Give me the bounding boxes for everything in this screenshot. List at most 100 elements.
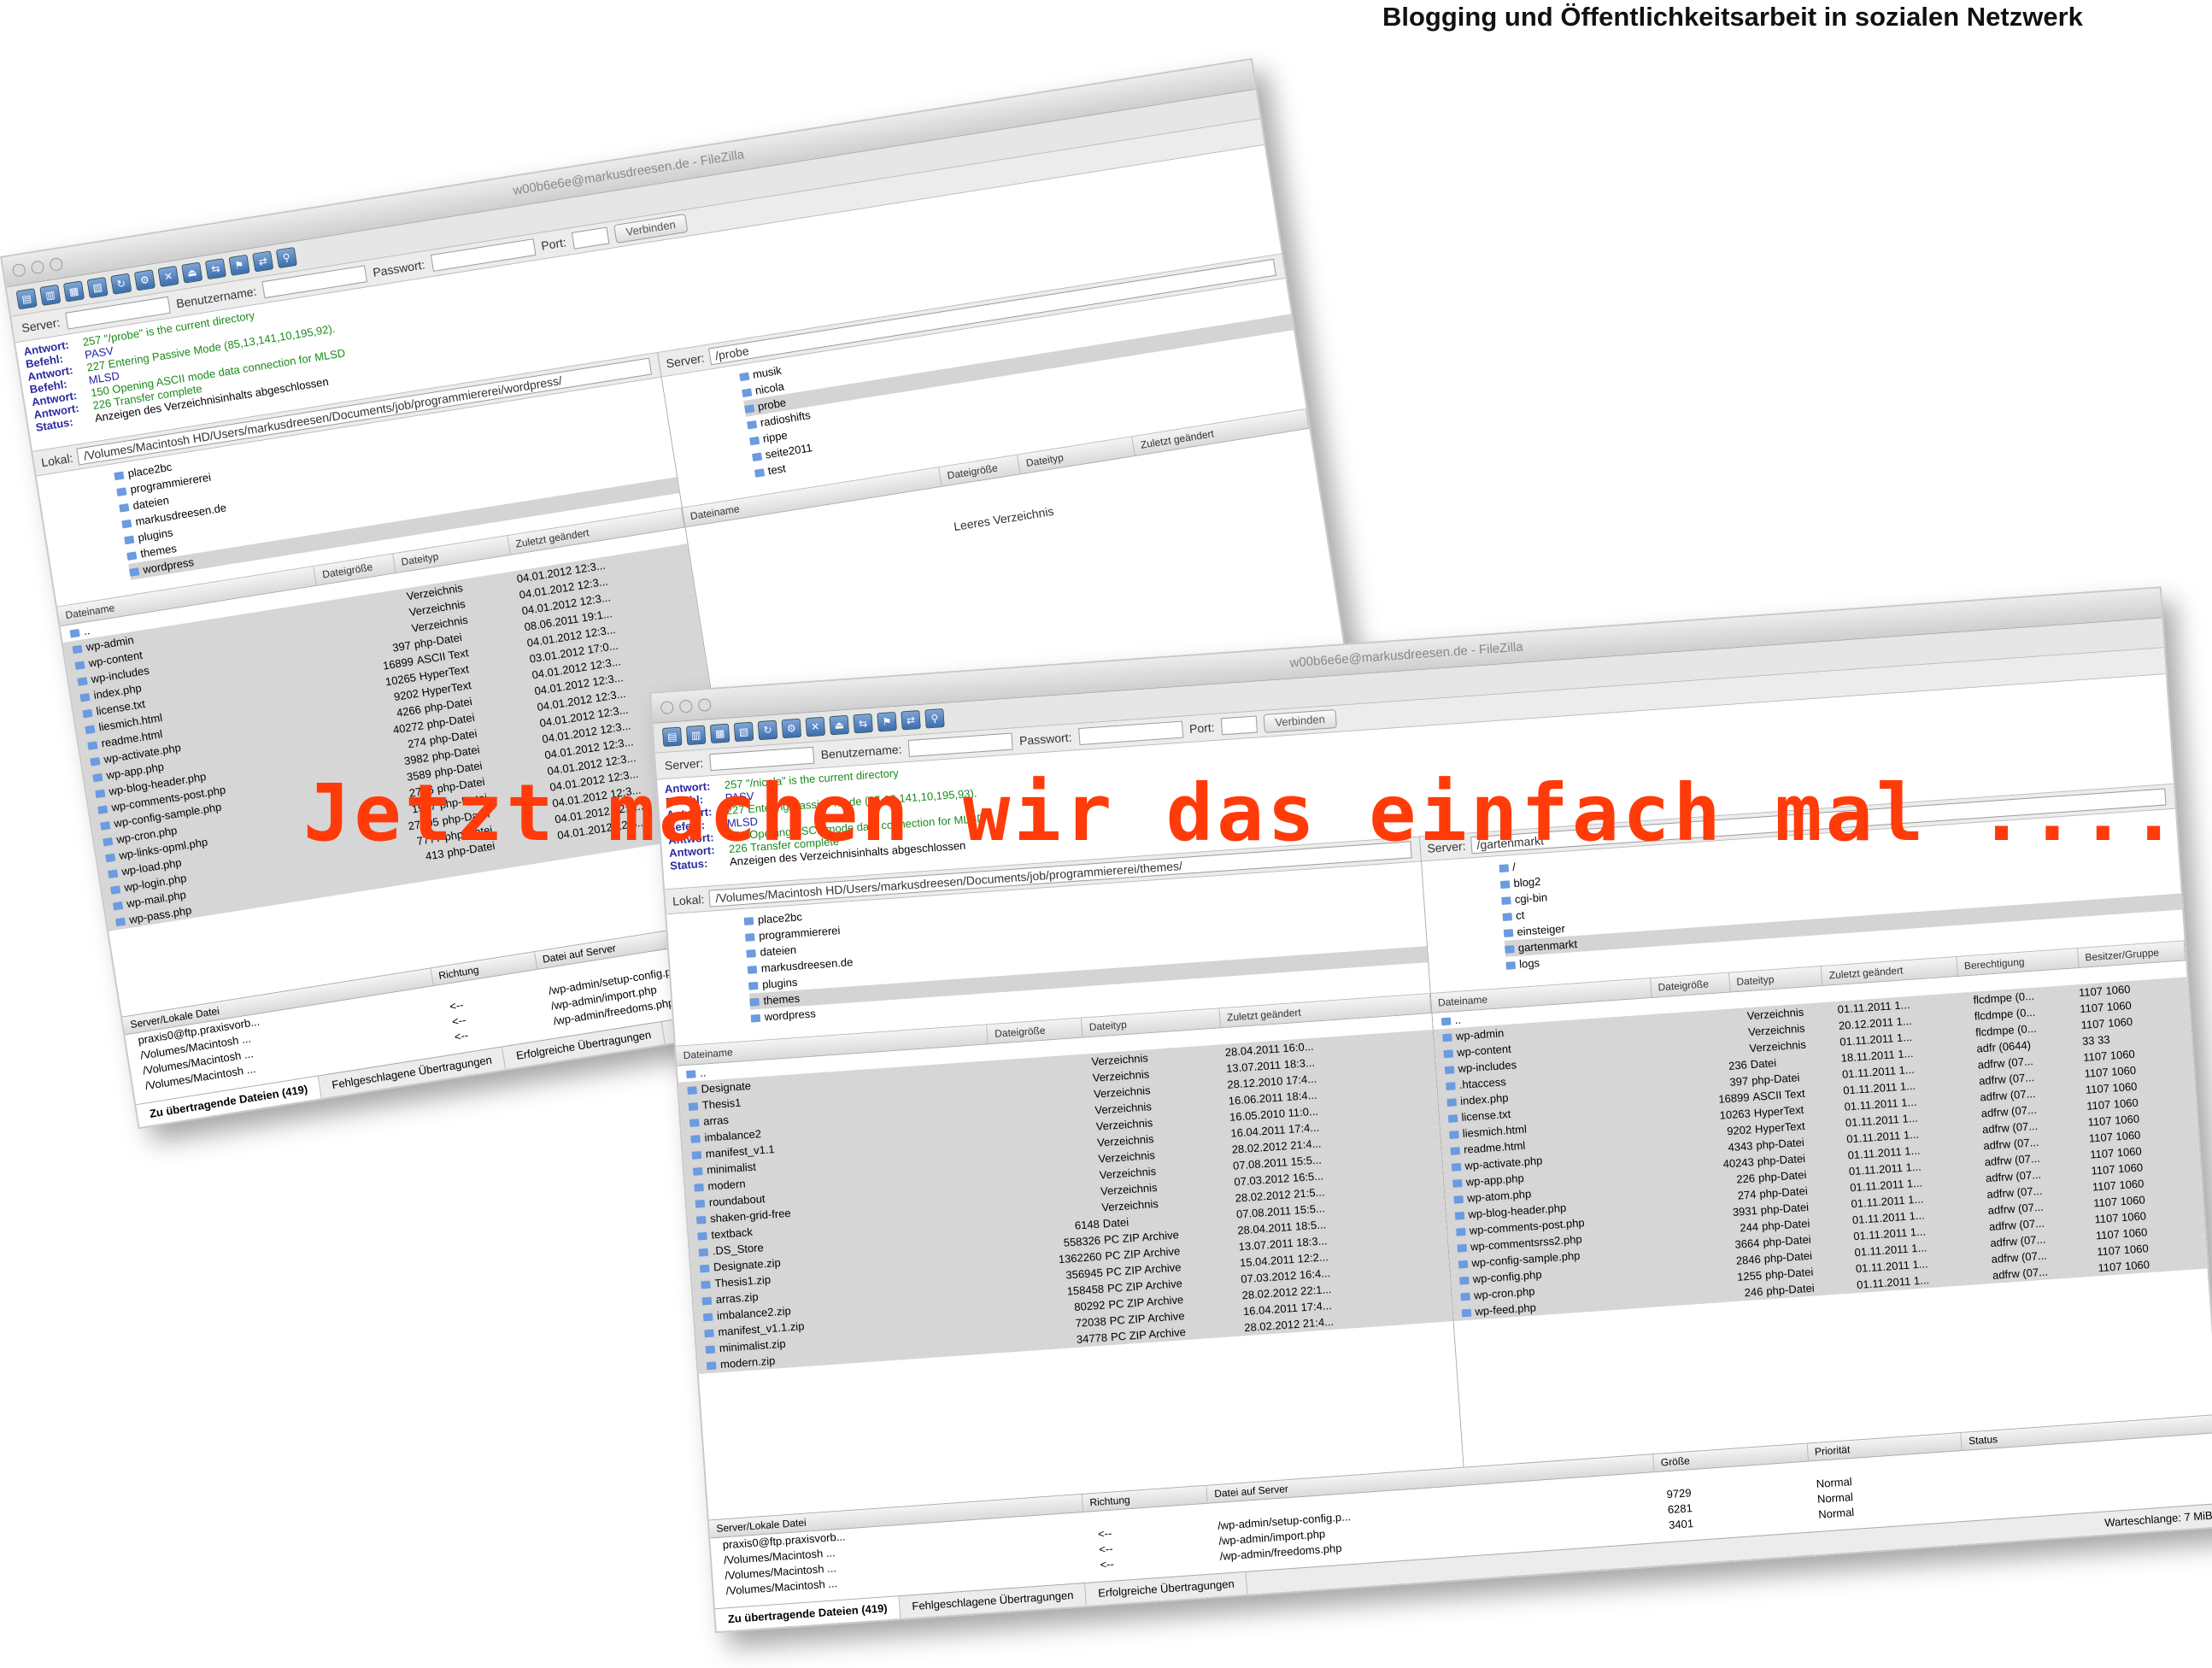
file-icon (114, 917, 126, 927)
folder-icon (754, 468, 765, 478)
sync-browse-icon[interactable]: ⇄ (252, 250, 274, 273)
search-icon[interactable]: ⚲ (924, 708, 945, 729)
folder-icon (694, 1183, 704, 1192)
folder-icon (1503, 929, 1513, 938)
file-icon (1452, 1195, 1464, 1204)
filter-icon[interactable]: ⚑ (877, 711, 897, 732)
filezilla-screenshot-front: w00b6e6e@markusdreesen.de - FileZilla ▤ … (649, 586, 2212, 1634)
folder-icon (750, 1013, 761, 1023)
filter-icon[interactable]: ⚑ (228, 254, 250, 276)
log-toggle-icon[interactable]: ▥ (39, 284, 62, 306)
port-input[interactable] (1220, 715, 1259, 736)
folder-icon (743, 404, 754, 414)
file-icon (698, 1248, 709, 1257)
connect-button[interactable]: Verbinden (1263, 709, 1337, 733)
queue-toggle-icon[interactable]: ▧ (86, 277, 109, 299)
reconnect-icon[interactable]: ⇆ (853, 713, 873, 734)
file-icon (1455, 1228, 1466, 1236)
file-icon (1451, 1163, 1461, 1172)
file-icon (110, 885, 121, 895)
file-icon (1461, 1308, 1471, 1318)
file-icon (100, 821, 111, 831)
file-name-text: .. (699, 1066, 707, 1079)
folder-icon (746, 420, 757, 430)
folder-icon (686, 1070, 696, 1079)
folder-icon (745, 933, 755, 942)
cancel-icon[interactable]: ✕ (805, 716, 826, 737)
tree-node-label: ct (1515, 908, 1525, 922)
file-name-text: index.php (1459, 1091, 1509, 1107)
tree-node-label: dateien (760, 943, 797, 959)
tree-node-label: / (1511, 860, 1517, 874)
folder-icon (748, 436, 760, 446)
folder-icon (688, 1102, 699, 1112)
folder-icon (77, 677, 88, 686)
file-name-text: textback (710, 1225, 754, 1242)
overlay-caption: Jetzt machen wir das einfach mal .... (303, 767, 2181, 859)
folder-icon (738, 372, 749, 382)
folder-icon (690, 1135, 701, 1143)
folder-icon (687, 1086, 697, 1095)
folder-icon (1505, 961, 1516, 970)
folder-icon (746, 949, 756, 958)
file-icon (105, 853, 116, 863)
file-name-text: Designate (701, 1078, 752, 1095)
queue-toggle-icon[interactable]: ▧ (733, 721, 754, 743)
slide-title: Blogging und Öffentlichkeitsarbeit in so… (1382, 2, 2083, 32)
file-icon (97, 805, 109, 815)
file-name-text: modern (707, 1177, 746, 1193)
log-toggle-icon[interactable]: ▥ (685, 725, 707, 746)
file-name-text: modern.zip (719, 1354, 776, 1371)
file-name-text: wp-feed.php (1474, 1301, 1537, 1319)
queue-size-status: Warteschlange: 7 MiB (2103, 1508, 2212, 1530)
refresh-icon[interactable]: ↻ (757, 719, 778, 741)
file-icon (701, 1280, 711, 1289)
folder-icon (114, 471, 125, 481)
process-queue-icon[interactable]: ⚙ (781, 718, 802, 739)
folder-icon (697, 1231, 707, 1241)
reconnect-icon[interactable]: ⇆ (204, 258, 226, 280)
disconnect-icon[interactable]: ⏏ (829, 714, 849, 736)
folder-icon (1440, 1017, 1451, 1026)
local-label: Lokal: (672, 892, 705, 908)
tree-toggle-icon[interactable]: ▦ (709, 723, 730, 744)
file-icon (706, 1361, 717, 1371)
file-icon (79, 693, 91, 702)
password-input[interactable] (1077, 720, 1183, 746)
sync-browse-icon[interactable]: ⇄ (901, 709, 921, 731)
folder-icon (1441, 1033, 1452, 1042)
file-icon (108, 869, 119, 879)
file-icon (1445, 1082, 1456, 1091)
folder-icon (1499, 864, 1509, 873)
folder-icon (692, 1167, 703, 1176)
file-name-text: wp-admin (1455, 1026, 1505, 1043)
site-manager-icon[interactable]: ▤ (15, 288, 38, 310)
tree-node-label: place2bc (757, 910, 803, 926)
refresh-icon[interactable]: ↻ (110, 273, 132, 295)
tree-node-label: gartenmarkt (1517, 937, 1578, 954)
file-icon (1452, 1179, 1463, 1188)
folder-icon (129, 567, 140, 577)
window-controls[interactable] (11, 256, 64, 278)
tree-node-label: einsteiger (1517, 921, 1566, 938)
cancel-icon[interactable]: ✕ (157, 265, 179, 288)
folder-icon (749, 997, 760, 1007)
search-icon[interactable]: ⚲ (275, 246, 297, 269)
site-manager-icon[interactable]: ▤ (661, 726, 683, 748)
port-label: Port: (540, 235, 567, 253)
port-input[interactable] (571, 226, 610, 250)
tree-toggle-icon[interactable]: ▦ (62, 280, 85, 302)
file-icon (113, 902, 124, 911)
folder-icon (74, 661, 85, 671)
window-controls[interactable] (660, 698, 712, 715)
folder-icon (1504, 945, 1515, 954)
process-queue-icon[interactable]: ⚙ (133, 269, 156, 291)
file-name-text: license.txt (1460, 1107, 1511, 1124)
file-icon (702, 1313, 713, 1322)
disconnect-icon[interactable]: ⏏ (181, 261, 203, 284)
file-icon (95, 789, 106, 799)
folder-icon (119, 503, 130, 513)
file-icon (699, 1264, 710, 1273)
username-input[interactable] (907, 732, 1013, 757)
file-icon (701, 1296, 713, 1306)
